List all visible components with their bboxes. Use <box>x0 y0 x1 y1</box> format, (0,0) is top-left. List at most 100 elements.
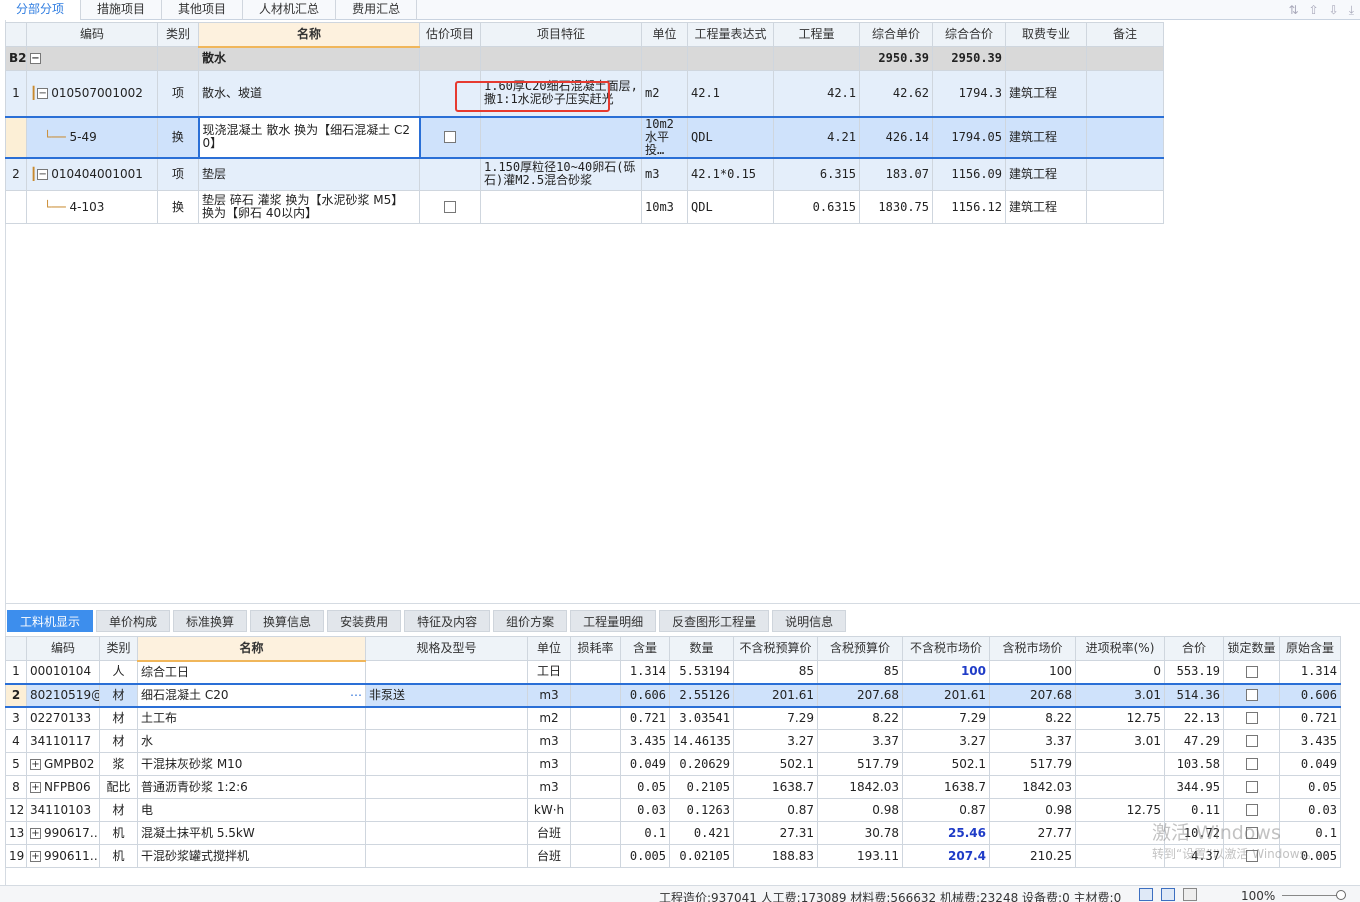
col-estimate[interactable]: 估价项目 <box>419 22 481 47</box>
cell-unit: kW·h <box>533 802 565 817</box>
lock-checkbox[interactable] <box>1245 665 1258 678</box>
move-down-icon[interactable]: ⇩ <box>1329 3 1339 17</box>
table-row[interactable]: 4 34110117 材 水 m3 3.435 14.46135 3.27 3.37 3.27 3.… <box>5 729 1341 753</box>
col-budget-tax[interactable]: 含税预算价 <box>817 636 903 661</box>
table-row[interactable]: 5 + GMPB02 浆 干混抹灰砂浆 M10 m3 0.049 0.20629 502.1 51… <box>5 752 1341 776</box>
tab-pricing-plan[interactable]: 组价方案 <box>493 610 568 632</box>
tab-conversion-info[interactable]: 换算信息 <box>250 610 325 632</box>
cell-p3: 502.1 <box>951 756 986 771</box>
lock-checkbox[interactable] <box>1245 689 1258 701</box>
lock-checkbox[interactable] <box>1245 758 1258 770</box>
collapse-icon[interactable]: − <box>37 168 49 180</box>
table-row[interactable]: 12 34110103 材 电 kW·h 0.03 0.1263 0.87 0.98 0.87 0.… <box>5 798 1341 822</box>
col-code[interactable]: 编码 <box>26 636 100 661</box>
col-qty[interactable]: 工程量 <box>773 22 860 47</box>
col-lock[interactable]: 锁定数量 <box>1223 636 1280 661</box>
cell-name: 混凝土抹平机 5.5kW <box>141 825 255 840</box>
cell-content: 0.005 <box>629 848 666 863</box>
col-name[interactable]: 名称 <box>198 22 420 48</box>
cell-p4: 100 <box>1049 664 1072 679</box>
tab-price-composition[interactable]: 单价构成 <box>96 610 171 632</box>
tab-description[interactable]: 说明信息 <box>772 610 847 632</box>
col-total[interactable]: 综合合价 <box>932 22 1006 47</box>
cell-type: 人 <box>112 664 125 679</box>
table-row[interactable]: 8 + NFPB06 配比 普通沥青砂浆 1:2:6 m3 0.05 0.2105 1638.7… <box>5 775 1341 799</box>
split-view-icon[interactable] <box>1161 888 1175 901</box>
col-expr[interactable]: 工程量表达式 <box>687 22 774 47</box>
column-view-icon[interactable] <box>1183 888 1197 901</box>
col-type[interactable]: 类别 <box>99 636 138 661</box>
table-row-selected[interactable]: 2 80210519@3 材 细石混凝土 C20 ⋯ 非泵送 m3 0.606 2.55126… <box>5 682 1341 708</box>
cell-unit: 台班 <box>536 825 561 840</box>
lock-checkbox[interactable] <box>1245 712 1258 725</box>
col-unit[interactable]: 单位 <box>641 22 688 47</box>
move-bottom-icon[interactable]: ⤓ <box>1349 3 1354 18</box>
table-row[interactable]: 1 00010104 人 综合工日 工日 1.314 5.53194 85 85 100 100 0 5… <box>5 660 1341 684</box>
lock-checkbox[interactable] <box>1245 804 1258 816</box>
tab-feiyong[interactable]: 费用汇总 <box>336 0 418 20</box>
zoom-slider-handle[interactable] <box>1336 890 1346 900</box>
collapse-icon[interactable]: − <box>30 53 41 64</box>
sort-icon[interactable]: ⇅ <box>1289 3 1299 17</box>
tab-standard-conversion[interactable]: 标准换算 <box>173 610 248 632</box>
table-row[interactable]: 2 ┃− 010404001001 项 垫层 1.150厚粒径10~40卵石(砾石… <box>5 157 1164 191</box>
tab-feature-content[interactable]: 特征及内容 <box>404 610 491 632</box>
col-feature[interactable]: 项目特征 <box>480 22 642 47</box>
table-row[interactable]: 3 02270133 材 土工布 m2 0.721 3.03541 7.29 8.22 7.29 8… <box>5 706 1341 730</box>
col-major[interactable]: 取费专业 <box>1005 22 1087 47</box>
col-market-tax[interactable]: 含税市场价 <box>989 636 1076 661</box>
top-tab-bar: 分部分项 措施项目 其他项目 人材机汇总 费用汇总 <box>0 0 1360 20</box>
col-budget-notax[interactable]: 不含税预算价 <box>733 636 818 661</box>
col-content[interactable]: 含量 <box>620 636 670 661</box>
cell-idx: 12 <box>9 802 25 817</box>
cell-sum: 553.19 <box>1176 664 1220 679</box>
col-loss[interactable]: 损耗率 <box>570 636 621 661</box>
bottom-tab-bar: 工料机显示 单价构成 标准换算 换算信息 安装费用 特征及内容 组价方案 工程量… <box>7 610 847 632</box>
col-market-notax[interactable]: 不含税市场价 <box>902 636 990 661</box>
col-unit[interactable]: 单位 <box>527 636 571 661</box>
tab-install-fee[interactable]: 安装费用 <box>327 610 402 632</box>
table-row[interactable]: B2 − 散水 2950.39 2950.39 <box>5 46 1164 71</box>
col-amount[interactable]: 数量 <box>669 636 734 661</box>
table-row[interactable]: 19 +990611… 机 干混砂浆罐式搅拌机 台班 0.005 0.02105 188.83… <box>5 844 1341 868</box>
tab-reverse-graphic[interactable]: 反查图形工程量 <box>659 610 770 632</box>
col-name[interactable]: 名称 <box>137 636 366 662</box>
col-remark[interactable]: 备注 <box>1086 22 1164 47</box>
col-sum[interactable]: 合价 <box>1164 636 1224 661</box>
tab-fenbu[interactable]: 分部分项 <box>0 0 82 20</box>
expand-icon[interactable]: + <box>30 781 41 793</box>
col-original-content[interactable]: 原始含量 <box>1279 636 1341 661</box>
cell-sum: 0.11 <box>1191 802 1220 817</box>
tab-cuoshi[interactable]: 措施项目 <box>81 0 163 20</box>
tab-material-display[interactable]: 工料机显示 <box>7 610 94 632</box>
table-row[interactable]: └── 4-103 换 垫层 碎石 灌浆 换为【水泥砂浆 M5】 换为【卵石 4… <box>5 190 1164 224</box>
collapse-icon[interactable]: − <box>37 87 49 99</box>
more-icon[interactable]: ⋯ <box>350 688 362 702</box>
expand-icon[interactable]: + <box>30 827 41 839</box>
col-spec[interactable]: 规格及型号 <box>365 636 528 661</box>
section-name[interactable]: 散水 <box>198 46 420 71</box>
col-unit-price[interactable]: 综合单价 <box>859 22 933 47</box>
tab-qita[interactable]: 其他项目 <box>162 0 244 20</box>
cell-p4: 27.77 <box>1037 825 1072 840</box>
col-tax-rate[interactable]: 进项税率(%) <box>1075 636 1165 661</box>
zoom-slider[interactable] <box>1282 890 1346 900</box>
cell-name: 电 <box>141 802 154 817</box>
tab-qty-detail[interactable]: 工程量明细 <box>570 610 657 632</box>
expand-icon[interactable]: + <box>30 850 41 862</box>
tab-rencaiji[interactable]: 人材机汇总 <box>243 0 337 20</box>
cell-p1: 201.61 <box>772 687 814 702</box>
expand-icon[interactable]: + <box>30 758 41 770</box>
table-row-selected[interactable]: └── 5-49 换 现浇混凝土 散水 换为【细石混凝土 C20】 10m2水平… <box>5 115 1164 159</box>
layout-icon[interactable] <box>1139 888 1153 901</box>
lock-checkbox[interactable] <box>1245 781 1258 793</box>
cell-amount: 14.46135 <box>673 733 731 748</box>
cell-p3: 7.29 <box>959 710 986 725</box>
col-code[interactable]: 编码 <box>26 22 158 47</box>
estimate-checkbox[interactable] <box>444 131 457 143</box>
table-row[interactable]: 13 +990617… 机 混凝土抹平机 5.5kW 台班 0.1 0.421 27.31 30… <box>5 821 1341 845</box>
lock-checkbox[interactable] <box>1245 735 1258 747</box>
move-up-icon[interactable]: ⇧ <box>1309 3 1319 17</box>
col-type[interactable]: 类别 <box>157 22 199 47</box>
estimate-checkbox[interactable] <box>444 201 456 213</box>
